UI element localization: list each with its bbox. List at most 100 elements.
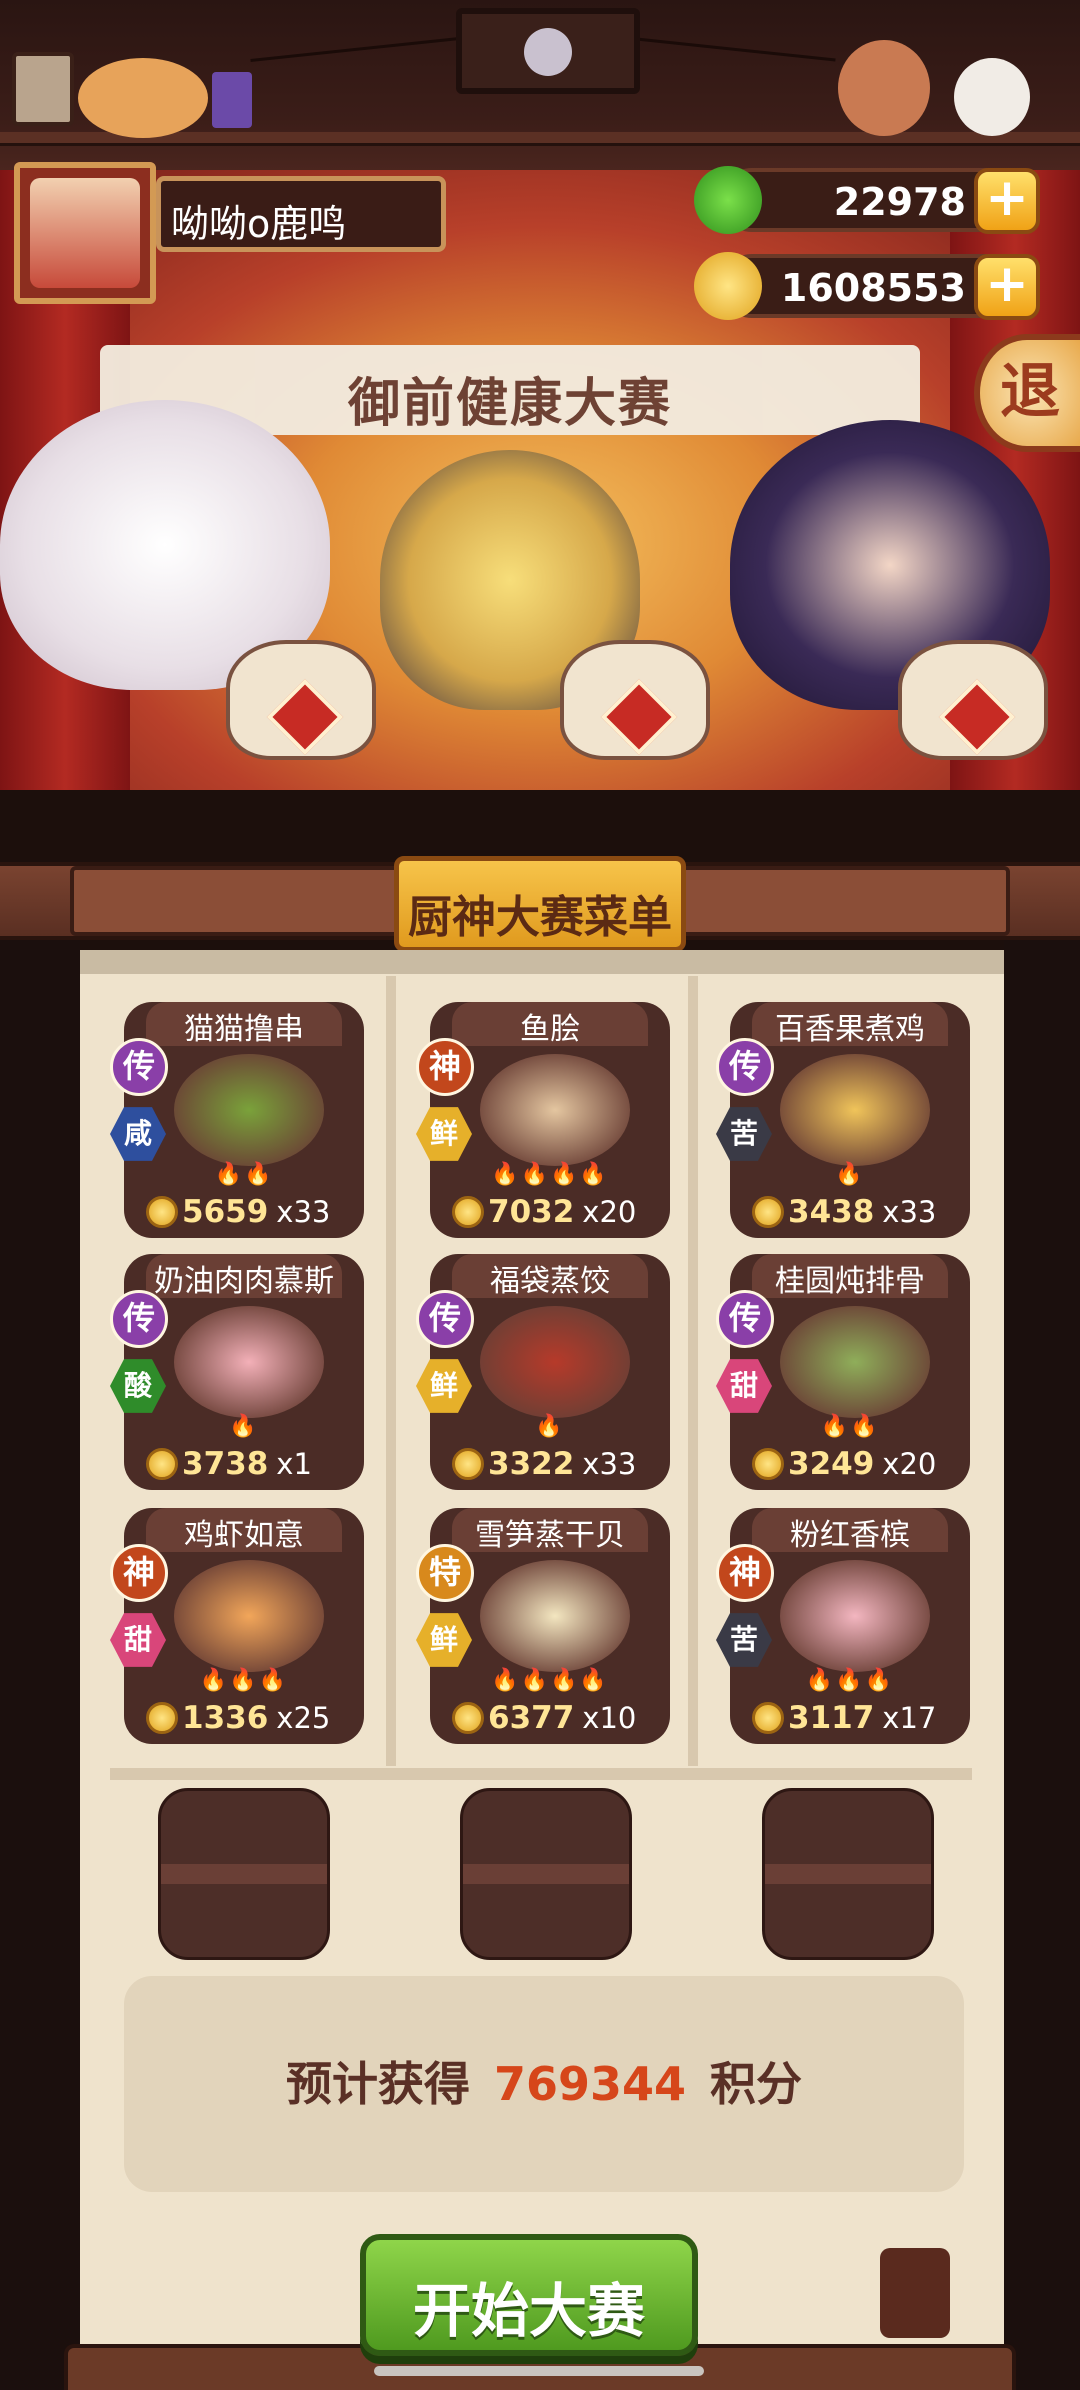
coin-icon [452, 1448, 484, 1480]
dish-card[interactable]: 猫猫撸串 传 咸 🔥🔥 5659 x33 [110, 1002, 364, 1238]
dish-image [780, 1560, 930, 1672]
add-coin-button[interactable]: + [974, 254, 1040, 320]
dish-card[interactable]: 桂圆炖排骨 传 甜 🔥🔥 3249 x20 [716, 1254, 970, 1490]
dish-price: 6377 [488, 1700, 575, 1736]
avatar[interactable] [30, 178, 140, 288]
top-shelf [0, 0, 1080, 170]
dish-price-row: 3322 x33 [452, 1446, 662, 1482]
coin-resource-bar: 1608553 + [694, 252, 1040, 320]
dish-image [780, 1054, 930, 1166]
dish-price: 3738 [182, 1446, 269, 1482]
expected-score-value: 769344 [493, 2057, 687, 2111]
rope-left [250, 37, 460, 62]
dish-image [480, 1306, 630, 1418]
hanging-sign [456, 8, 640, 94]
exit-button[interactable]: 退 [974, 334, 1080, 452]
dish-name: 百香果煮鸡 [775, 1012, 925, 1047]
player-name: 呦呦o鹿鸣 [171, 202, 347, 246]
dish-name: 鱼脍 [520, 1012, 580, 1047]
player-name-plate: 呦呦o鹿鸣 [156, 176, 446, 252]
cooking-pot-right [898, 640, 1048, 760]
purple-book-decoration [212, 72, 252, 128]
dish-card[interactable]: 鱼脍 神 鲜 🔥🔥🔥🔥 7032 x20 [416, 1002, 670, 1238]
dish-card[interactable]: 雪笋蒸干贝 特 鲜 🔥🔥🔥🔥 6377 x10 [416, 1508, 670, 1744]
jade-value: 22978 [833, 180, 966, 224]
dish-card[interactable]: 奶油肉肉慕斯 传 酸 🔥 3738 x1 [110, 1254, 364, 1490]
paw-box-decoration [12, 52, 74, 126]
dish-image [174, 1054, 324, 1166]
dish-name: 奶油肉肉慕斯 [154, 1264, 334, 1299]
boy-figurine-decoration [838, 40, 930, 136]
dish-count: x20 [582, 1195, 637, 1229]
heat-flames: 🔥 [535, 1414, 565, 1439]
dish-card[interactable]: 百香果煮鸡 传 苦 🔥 3438 x33 [716, 1002, 970, 1238]
dish-card[interactable]: 福袋蒸饺 传 鲜 🔥 3322 x33 [416, 1254, 670, 1490]
orange-cat-decoration [78, 58, 208, 138]
heat-flames: 🔥🔥🔥🔥 [491, 1162, 609, 1187]
heat-flames: 🔥🔥🔥🔥 [491, 1668, 609, 1693]
rank-badge: 传 [110, 1290, 168, 1348]
coin-value: 1608553 [780, 266, 966, 310]
player-avatar-frame[interactable] [14, 162, 156, 304]
heat-flames: 🔥🔥 [214, 1162, 274, 1187]
dish-card[interactable]: 粉红香槟 神 苦 🔥🔥🔥 3117 x17 [716, 1508, 970, 1744]
dish-price-row: 3249 x20 [752, 1446, 962, 1482]
dish-price-row: 5659 x33 [146, 1194, 356, 1230]
dish-count: x1 [276, 1447, 312, 1481]
dish-price: 7032 [488, 1194, 575, 1230]
rope-right [636, 37, 836, 62]
dish-name: 猫猫撸串 [184, 1012, 304, 1047]
dish-price: 3117 [788, 1700, 875, 1736]
dish-name: 雪笋蒸干贝 [475, 1518, 625, 1553]
dish-price: 3438 [788, 1194, 875, 1230]
dish-price-row: 1336 x25 [146, 1700, 356, 1736]
empty-dish-slot-1[interactable] [158, 1788, 330, 1960]
dish-card[interactable]: 鸡虾如意 神 甜 🔥🔥🔥 1336 x25 [110, 1508, 364, 1744]
expected-score-panel: 预计获得 769344 积分 [124, 1976, 964, 2192]
start-contest-label: 开始大赛 [412, 2277, 645, 2345]
menu-title-plaque: 厨神大赛菜单 [394, 856, 686, 952]
dish-image [780, 1306, 930, 1418]
home-indicator[interactable] [374, 2366, 704, 2376]
dish-name: 鸡虾如意 [184, 1518, 304, 1553]
dish-image [174, 1560, 324, 1672]
dish-name: 粉红香槟 [790, 1518, 910, 1553]
coin-icon [752, 1448, 784, 1480]
column-divider [688, 976, 698, 1766]
dish-count: x20 [882, 1447, 937, 1481]
add-jade-button[interactable]: + [974, 168, 1040, 234]
coin-icon [146, 1448, 178, 1480]
row-divider [110, 1768, 972, 1780]
rank-badge: 神 [716, 1544, 774, 1602]
cooking-pot-left [226, 640, 376, 760]
dish-count: x25 [276, 1701, 331, 1735]
coin-icon [452, 1702, 484, 1734]
cooking-pot-center [560, 640, 710, 760]
heat-flames: 🔥🔥 [820, 1414, 880, 1439]
dish-price-row: 3738 x1 [146, 1446, 356, 1482]
heat-flames: 🔥🔥🔥 [805, 1668, 895, 1693]
dish-price: 3322 [488, 1446, 575, 1482]
rank-badge: 神 [416, 1038, 474, 1096]
empty-dish-slot-3[interactable] [762, 1788, 934, 1960]
parchment-top-edge [80, 950, 1004, 974]
dish-price: 1336 [182, 1700, 269, 1736]
start-contest-button[interactable]: 开始大赛 [360, 2234, 698, 2356]
heat-flames: 🔥 [835, 1162, 865, 1187]
coin-icon [752, 1196, 784, 1228]
dish-price: 3249 [788, 1446, 875, 1482]
jade-resource-bar: 22978 + [694, 166, 1040, 234]
rank-badge: 传 [416, 1290, 474, 1348]
menu-title: 厨神大赛菜单 [408, 892, 672, 943]
dish-name: 桂圆炖排骨 [775, 1264, 925, 1299]
column-divider [386, 976, 396, 1766]
heat-flames: 🔥 [229, 1414, 259, 1439]
rank-badge: 传 [716, 1038, 774, 1096]
dish-image [174, 1306, 324, 1418]
dish-name: 福袋蒸饺 [490, 1264, 610, 1299]
empty-dish-slot-2[interactable] [460, 1788, 632, 1960]
dish-image [480, 1560, 630, 1672]
heat-flames: 🔥🔥🔥 [199, 1668, 289, 1693]
expected-score-line: 预计获得 769344 积分 [124, 2048, 964, 2114]
expected-score-suffix: 积分 [710, 2057, 803, 2111]
